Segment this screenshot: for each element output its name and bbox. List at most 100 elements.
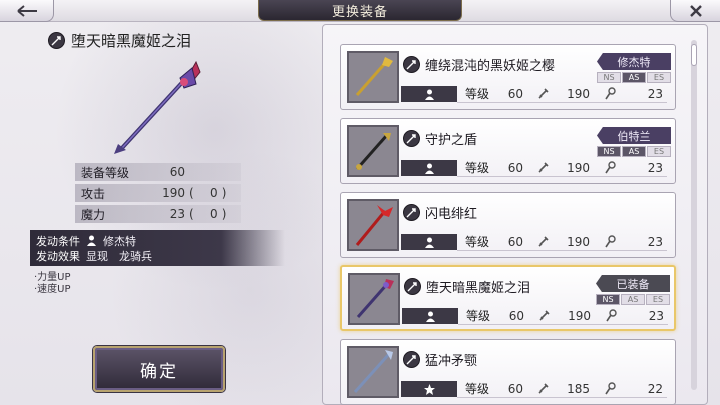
spear-icon: [404, 278, 421, 295]
sword-icon: [538, 88, 549, 99]
stat-label: 魔力: [81, 207, 106, 222]
activation-box: 发动条件 修杰特 发动效果 显现 龙骑兵: [30, 230, 285, 266]
attack-value: 190: [567, 160, 591, 175]
item-stats: 等级 60 190 23: [401, 233, 667, 251]
level-label: 等级: [465, 382, 490, 396]
flag-as: AS: [622, 72, 646, 83]
sword-icon: [538, 383, 549, 394]
equipped-tag: 已装备: [596, 275, 670, 292]
level-value: 60: [507, 86, 524, 101]
effects-list: ·力量UP ·速度UP: [34, 272, 71, 296]
attack-value: 185: [567, 381, 591, 396]
wand-icon: [605, 161, 616, 174]
equipment-card[interactable]: 缠绕混沌的黑妖姬之樱 修杰特 NS AS ES 等级 60 190 23: [340, 44, 676, 110]
spear-icon: [403, 351, 420, 368]
scrollbar-thumb[interactable]: [691, 44, 697, 66]
equip-title: 堕天暗黑魔姬之泪: [48, 30, 191, 51]
item-name: 闪电绯红: [425, 207, 478, 222]
star-icon: [423, 383, 435, 395]
close-icon: [689, 4, 702, 17]
item-stats: 等级 60 190 23: [402, 307, 668, 325]
attack-value: 190: [567, 234, 591, 249]
level-value: 60: [508, 308, 525, 323]
activation-condition-value: 修杰特: [103, 234, 136, 248]
wand-icon: [605, 382, 616, 395]
sword-icon: [539, 310, 550, 321]
level-label: 等级: [465, 161, 490, 175]
person-icon: [87, 235, 96, 246]
spear-icon: [403, 56, 420, 73]
owner-tag: 修杰特: [597, 53, 671, 70]
person-icon: [424, 163, 434, 174]
level-label: 等级: [465, 87, 490, 101]
skill-flags: NS AS ES: [597, 72, 671, 83]
level-label: 等级: [466, 309, 491, 323]
person-icon: [425, 311, 435, 322]
flag-es: ES: [646, 294, 670, 305]
item-name: 缠绕混沌的黑妖姬之樱: [425, 59, 556, 74]
equip-name: 堕天暗黑魔姬之泪: [71, 32, 192, 50]
magic-value: 22: [647, 381, 663, 396]
back-button[interactable]: [0, 0, 54, 22]
stat-row-level: 装备等级 60: [75, 163, 241, 181]
owner-tag: 伯特兰: [597, 127, 671, 144]
equipment-card[interactable]: 猛冲矛颚 等级 60 185 22: [340, 339, 676, 405]
spear-icon: [403, 204, 420, 221]
flag-es: ES: [647, 146, 671, 157]
confirm-button[interactable]: 确定: [93, 346, 225, 392]
flag-ns: NS: [597, 146, 621, 157]
magic-value: 23: [647, 86, 663, 101]
stat-value: 23: [169, 207, 185, 221]
stat-row-magic: 魔力 23 ( 0 ): [75, 205, 241, 223]
owner-slot: [401, 234, 457, 250]
activation-condition-label: 发动条件: [36, 234, 80, 248]
owner-slot: [401, 160, 457, 176]
stat-value: 60: [169, 165, 185, 179]
item-stats: 等级 60 190 23: [401, 85, 667, 103]
weapon-image: [114, 60, 201, 154]
level-value: 60: [507, 160, 524, 175]
level-value: 60: [507, 234, 524, 249]
stat-row-attack: 攻击 190 ( 0 ): [75, 184, 241, 202]
wand-icon: [606, 309, 617, 322]
equipment-card[interactable]: 闪电绯红 等级 60 190 23: [340, 192, 676, 258]
flag-as: AS: [621, 294, 645, 305]
close-button[interactable]: [670, 0, 720, 22]
skill-flags: NS AS ES: [596, 294, 670, 305]
activation-effect-value: 显现 龙骑兵: [86, 249, 152, 263]
stat-bonus: 0: [210, 207, 218, 221]
flag-ns: NS: [597, 72, 621, 83]
effect-item: ·速度UP: [34, 284, 71, 295]
effect-item: ·力量UP: [34, 272, 71, 283]
back-arrow-icon: [16, 4, 37, 17]
item-name: 守护之盾: [425, 133, 478, 148]
attack-value: 190: [567, 86, 591, 101]
item-name: 堕天暗黑魔姬之泪: [426, 281, 531, 296]
activation-effect-label: 发动效果: [36, 249, 80, 263]
item-stats: 等级 60 190 23: [401, 159, 667, 177]
magic-value: 23: [647, 234, 663, 249]
equipment-card[interactable]: 守护之盾 伯特兰 NS AS ES 等级 60 190 23: [340, 118, 676, 184]
page-title: 更换装备: [258, 0, 462, 21]
stat-label: 攻击: [81, 186, 106, 201]
wand-icon: [605, 87, 616, 100]
scrollbar-track[interactable]: [691, 40, 697, 390]
wand-icon: [605, 235, 616, 248]
stats-table: 装备等级 60 攻击 190 ( 0 ) 魔力 23 ( 0 ): [75, 163, 241, 226]
item-thumbnail: [347, 346, 399, 398]
magic-value: 23: [647, 160, 663, 175]
item-thumbnail: [347, 51, 399, 103]
owner-slot: [401, 86, 457, 102]
person-icon: [424, 237, 434, 248]
stat-value: 190: [162, 186, 185, 200]
item-thumbnail: [347, 199, 399, 251]
stat-paren-close: ): [221, 207, 227, 221]
level-label: 等级: [465, 235, 490, 249]
equipment-card-selected[interactable]: 堕天暗黑魔姬之泪 已装备 NS AS ES 等级 60 190 23: [340, 265, 676, 331]
item-name: 猛冲矛颚: [425, 354, 478, 369]
spear-icon: [48, 32, 65, 49]
stat-label: 装备等级: [81, 165, 130, 180]
spear-icon: [403, 130, 420, 147]
level-value: 60: [507, 381, 524, 396]
item-thumbnail: [347, 125, 399, 177]
